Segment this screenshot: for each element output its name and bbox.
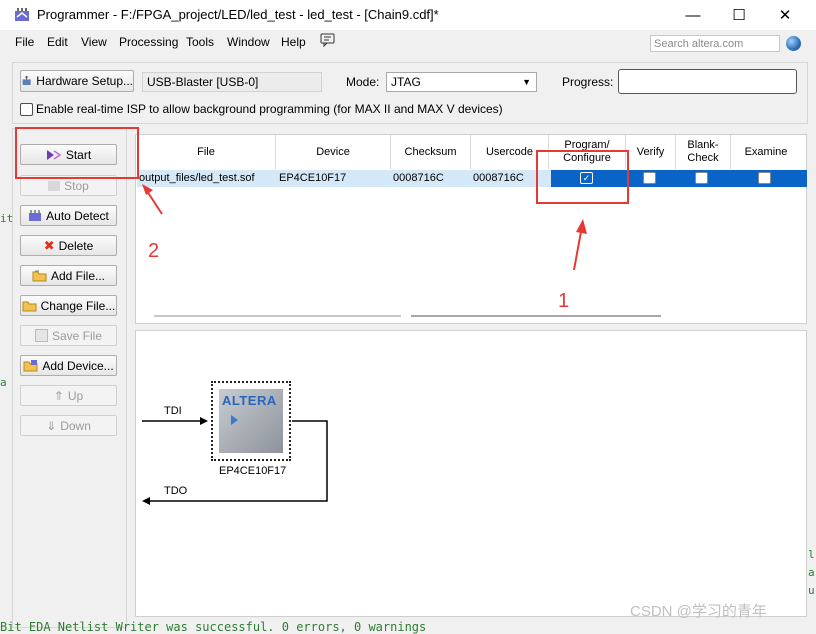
stop-label: Stop <box>64 178 89 193</box>
hardware-setup-button[interactable]: Hardware Setup... <box>20 70 134 92</box>
add-device-button[interactable]: Add Device... <box>20 355 117 376</box>
col-file[interactable]: File <box>137 135 276 169</box>
globe-icon[interactable] <box>786 36 801 51</box>
device-table: File Device Checksum Usercode Program/ C… <box>135 134 807 324</box>
altera-logo: ALTERA <box>222 393 277 408</box>
annotation-box-program <box>536 150 629 204</box>
change-file-button[interactable]: Change File... <box>20 295 117 316</box>
menu-window[interactable]: Window <box>227 35 270 49</box>
auto-detect-button[interactable]: Auto Detect <box>20 205 117 226</box>
save-file-button[interactable]: Save File <box>20 325 117 346</box>
menu-tools[interactable]: Tools <box>186 35 214 49</box>
hardware-setup-label: Hardware Setup... <box>36 74 133 88</box>
maximize-button[interactable]: ☐ <box>716 0 762 30</box>
mode-value: JTAG <box>391 75 421 89</box>
add-file-icon <box>32 270 47 282</box>
background-fragment: a <box>0 376 7 389</box>
down-arrow-icon: ⇓ <box>46 418 57 433</box>
chat-icon[interactable] <box>320 33 335 47</box>
chip-body: ALTERA <box>219 389 283 453</box>
auto-detect-label: Auto Detect <box>46 208 109 223</box>
background-fragment: it <box>0 212 14 225</box>
mode-label: Mode: <box>346 75 380 89</box>
background-fragment: l <box>808 548 815 561</box>
delete-label: Delete <box>58 238 94 253</box>
isp-label: Enable real-time ISP to allow background… <box>36 102 503 116</box>
console-message: Bit EDA Netlist Writer was successful. 0… <box>0 620 427 634</box>
annotation-arrow-1 <box>573 219 587 271</box>
delete-icon: ✖ <box>43 237 55 253</box>
menu-help[interactable]: Help <box>281 35 306 49</box>
delete-button[interactable]: ✖ Delete <box>20 235 117 256</box>
change-file-label: Change File... <box>40 298 116 313</box>
col-blank-check[interactable]: Blank- Check <box>676 135 731 169</box>
up-arrow-icon: ⇑ <box>53 388 64 403</box>
menu-processing[interactable]: Processing <box>119 35 178 49</box>
annotation-number-2: 2 <box>148 240 160 262</box>
menu-view[interactable]: View <box>81 35 107 49</box>
horizontal-scrollbar-left[interactable] <box>154 315 401 317</box>
chip-name: EP4CE10F17 <box>219 465 287 477</box>
device-chip[interactable]: ALTERA <box>211 381 291 461</box>
col-verify[interactable]: Verify <box>626 135 676 169</box>
add-file-label: Add File... <box>50 268 106 283</box>
mode-select[interactable]: JTAG ▼ <box>386 72 537 92</box>
chevron-down-icon: ▼ <box>522 77 531 87</box>
auto-detect-icon <box>29 209 42 221</box>
add-device-icon <box>23 360 38 372</box>
window-title: Programmer - F:/FPGA_project/LED/led_tes… <box>37 7 439 22</box>
horizontal-scrollbar-right[interactable] <box>411 315 661 317</box>
play-marker-icon <box>231 415 238 425</box>
col-checksum[interactable]: Checksum <box>391 135 471 169</box>
left-button-panel <box>12 128 127 628</box>
down-button[interactable]: ⇓ Down <box>20 415 117 436</box>
tdi-label: TDI <box>164 405 182 417</box>
background-fragment: a <box>808 566 815 579</box>
programmer-app-icon <box>15 8 29 21</box>
examine-checkbox[interactable] <box>758 172 771 184</box>
blank-check-checkbox[interactable] <box>695 172 708 184</box>
minimize-button[interactable]: — <box>670 0 716 30</box>
isp-checkbox[interactable] <box>20 103 33 116</box>
jtag-chain-diagram: TDI TDO ALTERA EP4CE10F17 <box>135 330 807 617</box>
table-row[interactable]: output_files/led_test.sof EP4CE10F17 000… <box>137 170 807 187</box>
up-label: Up <box>67 388 84 403</box>
menu-file[interactable]: File <box>15 35 34 49</box>
col-device[interactable]: Device <box>276 135 391 169</box>
row-checksum: 0008716C <box>393 172 444 184</box>
add-device-label: Add Device... <box>42 358 114 373</box>
progress-label: Progress: <box>562 75 614 89</box>
change-file-icon <box>22 301 37 312</box>
annotation-arrow-2 <box>142 184 163 215</box>
menu-edit[interactable]: Edit <box>47 35 68 49</box>
close-button[interactable]: ✕ <box>762 0 808 30</box>
progress-bar <box>618 69 797 94</box>
watermark: CSDN @学习的青年 <box>630 603 767 620</box>
down-label: Down <box>60 418 91 433</box>
save-file-label: Save File <box>51 328 103 343</box>
tdo-label: TDO <box>164 485 188 497</box>
hardware-icon <box>22 76 31 86</box>
annotation-number-1: 1 <box>558 290 570 312</box>
up-button[interactable]: ⇑ Up <box>20 385 117 406</box>
row-device: EP4CE10F17 <box>279 172 347 184</box>
hardware-field: USB-Blaster [USB-0] <box>142 72 322 92</box>
save-icon <box>34 329 48 342</box>
search-input[interactable]: Search altera.com <box>650 35 780 52</box>
background-fragment: u <box>808 584 815 597</box>
row-usercode: 0008716C <box>473 172 524 184</box>
add-file-button[interactable]: Add File... <box>20 265 117 286</box>
col-examine[interactable]: Examine <box>731 135 801 169</box>
annotation-box-start <box>15 127 139 179</box>
stop-icon <box>48 180 61 191</box>
verify-checkbox[interactable] <box>643 172 656 184</box>
